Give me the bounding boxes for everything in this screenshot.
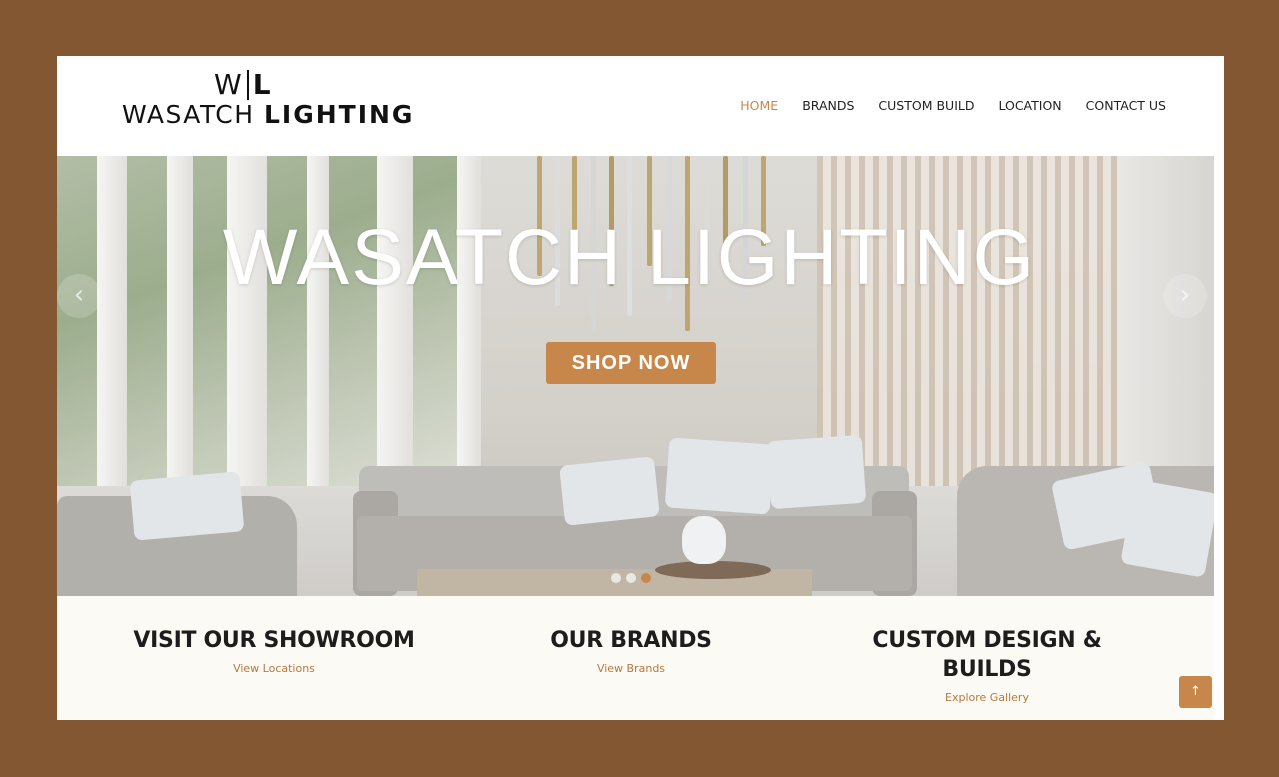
logo-wordmark: WASATCH LIGHTING (122, 100, 414, 130)
view-brands-link[interactable]: View Brands (481, 662, 781, 675)
slider-dots (611, 573, 651, 583)
slider-dot-1[interactable] (611, 573, 621, 583)
slider-prev-button[interactable]: ‹ (57, 274, 101, 318)
scroll-to-top-button[interactable]: ↑ (1179, 676, 1212, 708)
hero-title: WASATCH LIGHTING (222, 212, 1037, 301)
feature-brands: OUR BRANDS View Brands (481, 626, 781, 675)
arrow-up-icon: ↑ (1190, 684, 1201, 699)
nav-custom-build[interactable]: CUSTOM BUILD (878, 98, 974, 113)
chevron-right-icon: › (1179, 280, 1191, 310)
page: WL WASATCH LIGHTING HOME BRANDS CUSTOM B… (57, 56, 1224, 720)
feature-title: VISIT OUR SHOWROOM (133, 628, 415, 653)
logo-mark: WL (214, 70, 272, 100)
logo-mark-w: W (214, 68, 243, 101)
feature-showroom: VISIT OUR SHOWROOM View Locations (124, 626, 424, 675)
logo-word-wasatch: WASATCH (122, 100, 255, 129)
nav-location[interactable]: LOCATION (998, 98, 1061, 113)
slider-dot-2[interactable] (626, 573, 636, 583)
explore-gallery-link[interactable]: Explore Gallery (837, 691, 1137, 704)
slider-dot-3[interactable] (641, 573, 651, 583)
main-nav: HOME BRANDS CUSTOM BUILD LOCATION CONTAC… (740, 98, 1166, 113)
slider-next-button[interactable]: › (1163, 274, 1207, 318)
logo-mark-divider (246, 70, 249, 100)
chevron-left-icon: ‹ (73, 280, 85, 310)
logo-mark-l: L (252, 68, 272, 101)
features-section: VISIT OUR SHOWROOM View Locations OUR BR… (57, 596, 1214, 720)
nav-brands[interactable]: BRANDS (802, 98, 854, 113)
shop-now-button[interactable]: SHOP NOW (546, 342, 716, 384)
feature-title: CUSTOM DESIGN & BUILDS (872, 628, 1102, 682)
feature-custom-design: CUSTOM DESIGN & BUILDS Explore Gallery (837, 626, 1137, 704)
site-header: WL WASATCH LIGHTING HOME BRANDS CUSTOM B… (57, 56, 1224, 156)
wasatch-lighting-logo[interactable]: WL WASATCH LIGHTING (122, 70, 412, 132)
logo-word-lighting: LIGHTING (263, 100, 415, 129)
feature-title: OUR BRANDS (550, 628, 712, 653)
hero-slider: WASATCH LIGHTING SHOP NOW ‹ › (57, 156, 1214, 596)
nav-contact-us[interactable]: CONTACT US (1086, 98, 1166, 113)
view-locations-link[interactable]: View Locations (124, 662, 424, 675)
nav-home[interactable]: HOME (740, 98, 778, 113)
